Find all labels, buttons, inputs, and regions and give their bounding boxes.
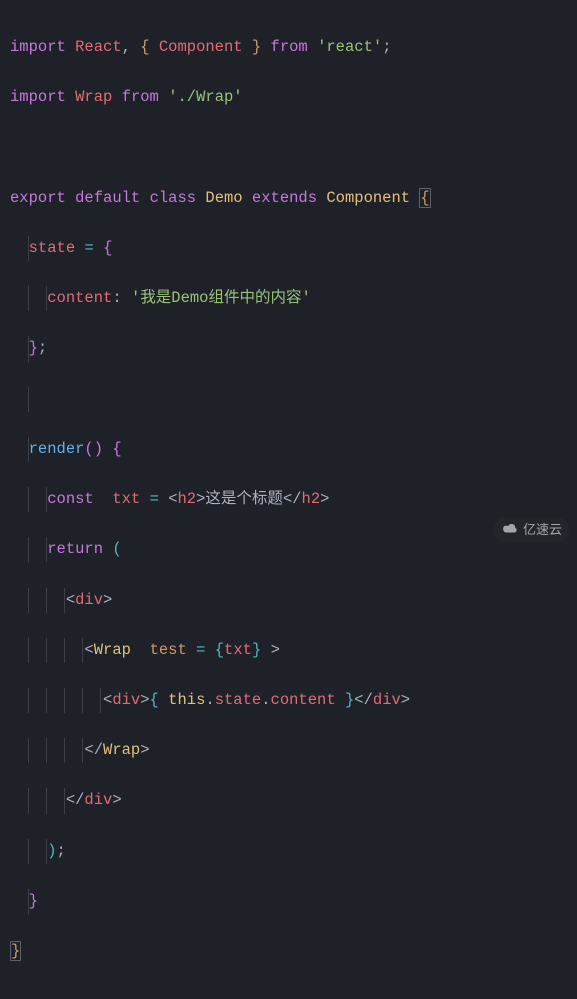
keyword-this: this	[168, 691, 205, 709]
classname-component: Component	[326, 189, 410, 207]
code-line: import Wrap from './Wrap'	[10, 85, 571, 110]
code-line: export default class Demo extends Compon…	[10, 186, 571, 211]
code-line: <div>	[10, 588, 571, 613]
tag-div: div	[75, 591, 103, 609]
brace-close: }	[10, 941, 21, 961]
prop-state: state	[29, 239, 76, 257]
prop-content: content	[47, 289, 112, 307]
tag-wrap: Wrap	[94, 641, 131, 659]
code-line: <Wrap test = {txt} >	[10, 638, 571, 663]
keyword-class: class	[150, 189, 197, 207]
keyword-import: import	[10, 38, 66, 56]
code-line: content: '我是Demo组件中的内容'	[10, 286, 571, 311]
ident-wrap: Wrap	[75, 88, 112, 106]
ident-txt: txt	[112, 490, 140, 508]
tag-h2: h2	[178, 490, 197, 508]
keyword-default: default	[75, 189, 140, 207]
code-line-blank	[10, 136, 571, 161]
code-line: }	[10, 939, 571, 964]
code-line: render() {	[10, 437, 571, 462]
keyword-extends: extends	[252, 189, 317, 207]
ident-react: React	[75, 38, 122, 56]
brace-open: {	[419, 188, 430, 208]
code-line: );	[10, 839, 571, 864]
string-react-mod: 'react'	[317, 38, 382, 56]
method-render: render	[29, 440, 85, 458]
code-line: const txt = <h2>这是个标题</h2>	[10, 487, 571, 512]
jsx-attr-test: test	[150, 641, 187, 659]
keyword-const: const	[47, 490, 94, 508]
string-wrap-mod: './Wrap'	[168, 88, 242, 106]
string-content: '我是Demo组件中的内容'	[131, 289, 311, 307]
code-editor[interactable]: import React, { Component } from 'react'…	[0, 0, 577, 999]
code-line-blank	[10, 387, 571, 412]
keyword-from: from	[271, 38, 308, 56]
code-line: state = {	[10, 236, 571, 261]
keyword-export: export	[10, 189, 66, 207]
code-line: <div>{ this.state.content }</div>	[10, 688, 571, 713]
code-line: import React, { Component } from 'react'…	[10, 35, 571, 60]
code-line: }	[10, 889, 571, 914]
jsx-text: 这是个标题	[205, 490, 283, 508]
keyword-return: return	[47, 540, 103, 558]
ident-component: Component	[159, 38, 243, 56]
code-line: };	[10, 336, 571, 361]
code-line: </div>	[10, 788, 571, 813]
code-line: </Wrap>	[10, 738, 571, 763]
classname-demo: Demo	[205, 189, 242, 207]
